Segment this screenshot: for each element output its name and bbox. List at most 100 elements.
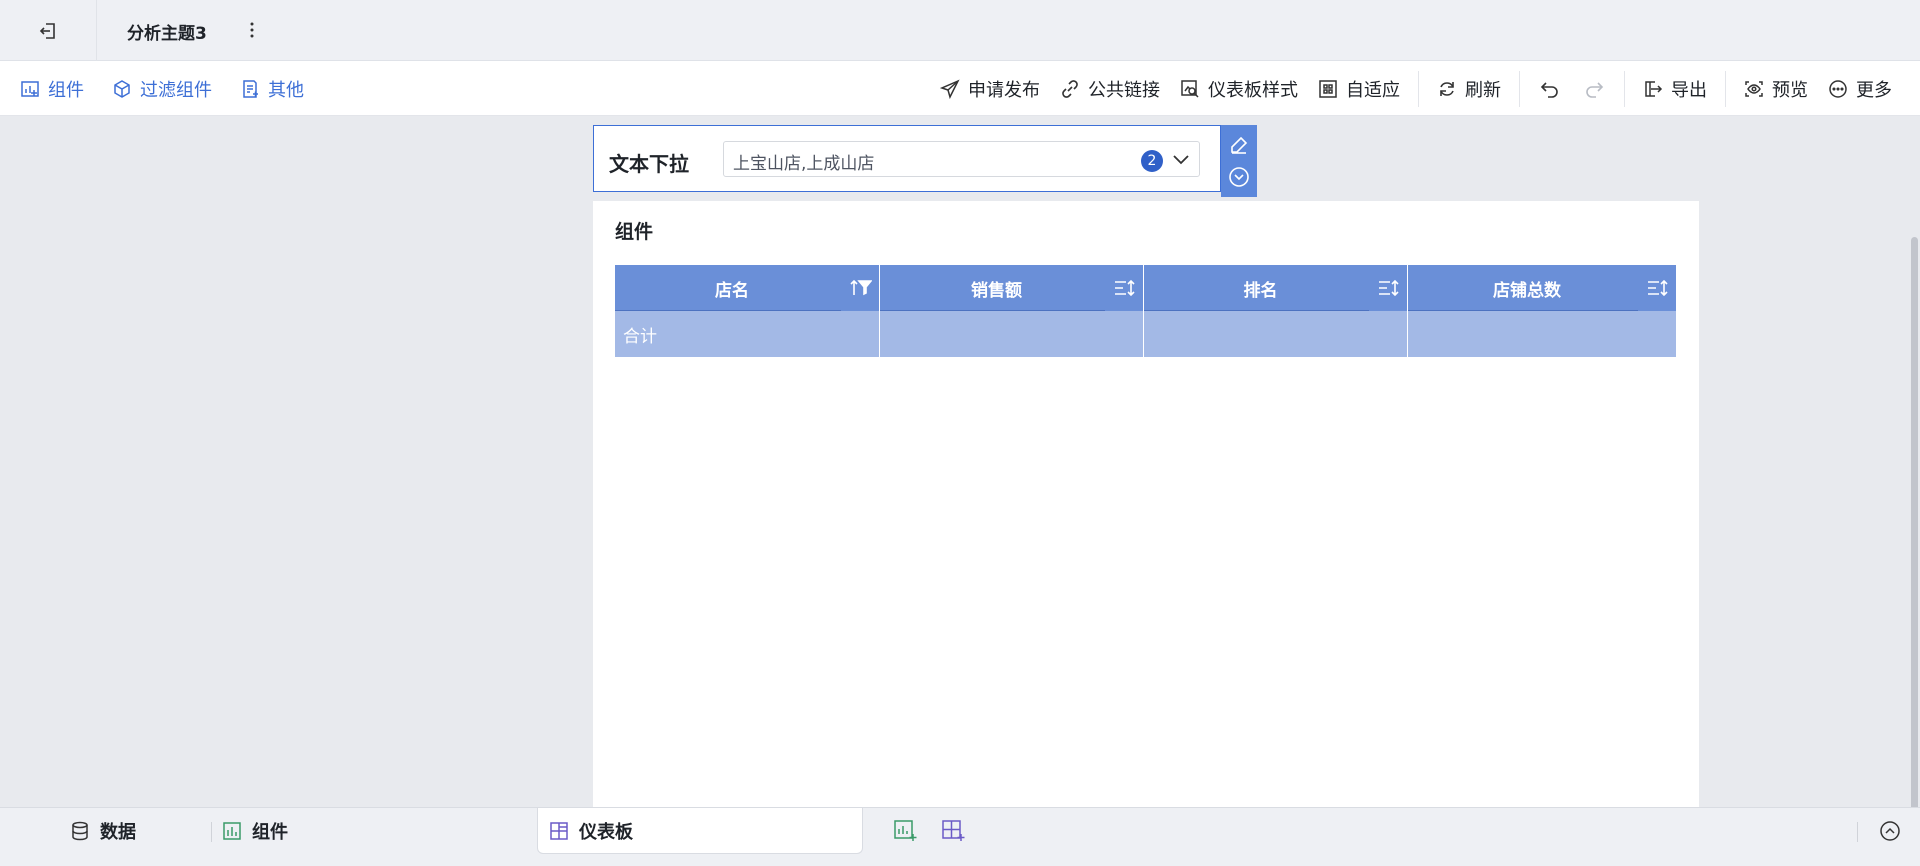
tab-component[interactable]: 组件 — [222, 808, 288, 854]
collapse-bottom-button[interactable] — [1876, 818, 1904, 844]
circle-chevron-down-icon — [1229, 167, 1249, 187]
edit-filter-button[interactable] — [1225, 131, 1253, 159]
add-component-button[interactable]: 组件 — [20, 76, 84, 102]
sort-button[interactable] — [1113, 277, 1137, 299]
kebab-icon — [250, 22, 254, 38]
bar-chart-icon — [223, 822, 241, 840]
undo-button[interactable] — [1528, 79, 1572, 99]
sort-filter-icon — [850, 279, 872, 296]
export-label: 导出 — [1671, 79, 1707, 101]
toolbar-right: 申请发布 公共链接 仪表板样式 自适应 刷新 导出 预览 更多 — [930, 61, 1902, 116]
chevron-down-icon — [1173, 155, 1189, 165]
public-link-button[interactable]: 公共链接 — [1050, 76, 1170, 102]
refresh-button[interactable]: 刷新 — [1427, 76, 1511, 102]
filter-selected-value: 上宝山店,上成山店 — [733, 154, 875, 174]
edit-icon — [1231, 136, 1248, 154]
column-header-sales[interactable]: 销售额 — [880, 265, 1144, 311]
more-options-button[interactable] — [244, 18, 260, 42]
preview-label: 预览 — [1772, 79, 1808, 101]
refresh-icon — [1440, 81, 1454, 96]
sort-icon — [1115, 279, 1135, 297]
divider — [96, 0, 97, 61]
sort-icon — [1379, 279, 1399, 297]
add-component-label: 组件 — [48, 79, 84, 101]
collapse-filter-button[interactable] — [1225, 163, 1253, 191]
adaptive-button[interactable]: 自适应 — [1308, 76, 1410, 102]
divider — [1624, 70, 1625, 107]
other-label: 其他 — [268, 79, 304, 101]
add-component-tab-button[interactable] — [892, 818, 920, 844]
data-table: 店名 销售额 排名 店铺总数 合计 — [615, 265, 1676, 357]
divider — [1418, 70, 1419, 107]
add-chart-icon — [894, 820, 917, 841]
filter-select[interactable]: 上宝山店,上成山店 2 — [723, 141, 1200, 177]
filter-action-bar — [1221, 125, 1257, 197]
publish-label: 申请发布 — [968, 79, 1040, 101]
dashboard-style-label: 仪表板样式 — [1208, 79, 1298, 101]
tab-dashboard[interactable]: 仪表板 — [549, 808, 633, 854]
redo-button[interactable] — [1572, 79, 1616, 99]
toolbar-left: 组件 过滤组件 其他 — [20, 61, 304, 116]
column-header-store-name[interactable]: 店名 — [615, 265, 880, 311]
other-icon — [243, 79, 258, 98]
sort-button[interactable] — [1377, 277, 1401, 299]
table-cell — [880, 311, 1144, 357]
column-header-label: 销售额 — [971, 280, 1022, 301]
dashboard-style-button[interactable]: 仪表板样式 — [1170, 76, 1308, 102]
selected-count-badge: 2 — [1141, 150, 1163, 172]
vertical-scrollbar[interactable] — [1908, 117, 1920, 866]
toolbar: 组件 过滤组件 其他 申请发布 公共链接 仪表板样式 自适应 刷新 导出 预览 … — [0, 61, 1920, 116]
table-cell: 合计 — [615, 311, 880, 357]
filter-component-icon — [114, 79, 130, 98]
send-icon — [940, 78, 960, 99]
header-underline — [615, 310, 841, 311]
back-button[interactable] — [26, 15, 70, 47]
table-header-row: 店名 销售额 排名 店铺总数 — [615, 265, 1676, 311]
more-button[interactable]: 更多 — [1818, 76, 1902, 102]
sort-button[interactable] — [1646, 277, 1670, 299]
scrollbar-thumb[interactable] — [1911, 237, 1918, 866]
sort-filter-button[interactable] — [849, 277, 873, 299]
divider — [1857, 822, 1858, 842]
add-filter-component-label: 过滤组件 — [140, 79, 212, 101]
tab-data-label: 数据 — [100, 822, 136, 843]
table-component[interactable]: 组件 店名 销售额 排名 店铺总数 合计 — [593, 201, 1699, 807]
style-icon — [1181, 79, 1199, 98]
filter-label: 文本下拉 — [609, 152, 689, 176]
sort-icon — [1648, 279, 1668, 297]
undo-icon — [1540, 81, 1558, 98]
column-header-rank[interactable]: 排名 — [1144, 265, 1408, 311]
export-button[interactable]: 导出 — [1633, 76, 1717, 102]
divider — [1519, 70, 1520, 107]
column-header-label: 排名 — [1243, 280, 1278, 301]
tab-data[interactable]: 数据 — [70, 808, 136, 854]
column-header-label: 店铺总数 — [1493, 280, 1561, 301]
refresh-label: 刷新 — [1465, 79, 1501, 101]
header-underline — [1144, 310, 1369, 311]
tab-dashboard-label: 仪表板 — [579, 822, 633, 843]
redo-icon — [1586, 81, 1604, 98]
header-underline — [1408, 310, 1638, 311]
dropdown-toggle[interactable] — [1171, 151, 1191, 169]
top-bar: 分析主题3 — [0, 0, 1920, 61]
bottom-bar: 数据 组件 仪表板 — [0, 807, 1920, 866]
add-dashboard-button[interactable] — [940, 818, 968, 844]
exit-icon — [39, 23, 55, 39]
export-icon — [1645, 80, 1663, 97]
add-filter-component-button[interactable]: 过滤组件 — [112, 76, 212, 102]
adaptive-icon — [1319, 79, 1337, 98]
text-dropdown-filter[interactable]: 文本下拉 上宝山店,上成山店 2 — [593, 125, 1221, 192]
table-cell — [1144, 311, 1408, 357]
link-icon — [1062, 79, 1078, 98]
preview-button[interactable]: 预览 — [1734, 76, 1818, 102]
column-header-label: 店名 — [715, 280, 749, 301]
column-header-store-count[interactable]: 店铺总数 — [1408, 265, 1676, 311]
divider — [211, 822, 212, 842]
divider — [1725, 70, 1726, 107]
add-chart-icon — [21, 80, 39, 97]
publish-button[interactable]: 申请发布 — [930, 76, 1050, 102]
add-dashboard-icon — [942, 820, 965, 841]
preview-icon — [1745, 80, 1763, 97]
public-link-label: 公共链接 — [1088, 79, 1160, 101]
other-button[interactable]: 其他 — [240, 76, 304, 102]
